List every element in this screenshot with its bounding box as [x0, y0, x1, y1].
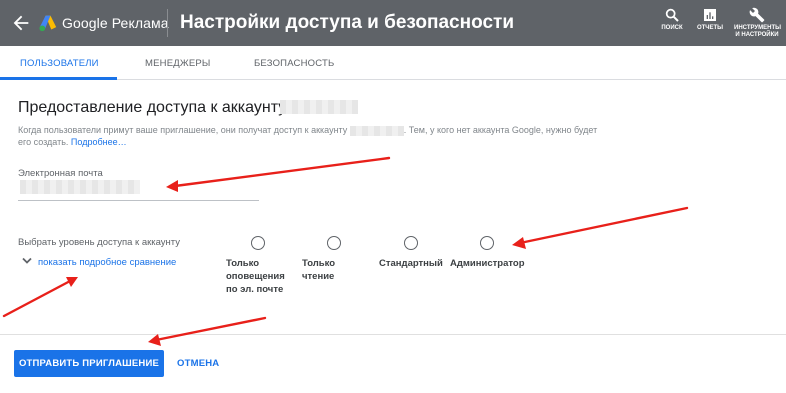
chevron-down-icon	[22, 257, 32, 264]
reports-button[interactable]: ОТЧЕТЫ	[694, 7, 726, 32]
redacted-account-id	[280, 100, 358, 114]
send-invitation-button[interactable]: ОТПРАВИТЬ ПРИГЛАШЕНИЕ	[14, 350, 164, 377]
radio-email-only[interactable]	[251, 236, 265, 250]
tools-settings-button[interactable]: ИНСТРУМЕНТЫ И НАСТРОЙКИ	[734, 7, 782, 39]
description-text-start: Когда пользователи примут ваше приглашен…	[18, 125, 348, 135]
header-divider	[167, 9, 168, 37]
reports-icon	[704, 9, 716, 21]
radio-read-only[interactable]	[327, 236, 341, 250]
search-button[interactable]: ПОИСК	[660, 7, 684, 32]
search-button-label: ПОИСК	[661, 25, 683, 31]
page-title: Настройки доступа и безопасности	[180, 12, 515, 33]
radio-admin[interactable]	[480, 236, 494, 250]
arrow-to-compare-link	[2, 278, 74, 318]
tab-managers[interactable]: МЕНЕДЖЕРЫ	[145, 58, 211, 69]
learn-more-link[interactable]: Подробнее…	[71, 137, 127, 147]
arrow-to-admin-option	[518, 206, 689, 245]
arrowhead-admin-option	[512, 237, 526, 249]
option-email-only: Только оповещения по эл. почте	[226, 258, 285, 295]
card-title: Предоставление доступа к аккаунту	[18, 99, 287, 116]
arrowhead-email-field	[166, 180, 178, 192]
arrowhead-send-button	[148, 334, 161, 346]
card-description: Когда пользователи примут ваше приглашен…	[18, 124, 608, 148]
redacted-account-inline	[349, 125, 404, 136]
tab-bar: ПОЛЬЗОВАТЕЛИ МЕНЕДЖЕРЫ БЕЗОПАСНОСТЬ	[0, 46, 786, 80]
brand-name: Google Реклама	[62, 15, 169, 31]
access-level-label: Выбрать уровень доступа к аккаунту	[18, 237, 181, 248]
email-field-label: Электронная почта	[18, 168, 103, 179]
back-arrow-icon[interactable]	[10, 12, 32, 34]
option-standard: Стандартный	[379, 258, 443, 269]
tab-users[interactable]: ПОЛЬЗОВАТЕЛИ	[20, 58, 99, 69]
cancel-button[interactable]: ОТМЕНА	[171, 350, 225, 377]
arrowhead-compare-link	[66, 277, 78, 287]
option-admin: Администратор	[450, 258, 525, 269]
arrow-to-email-field	[173, 156, 391, 188]
tab-security[interactable]: БЕЗОПАСНОСТЬ	[254, 58, 334, 69]
active-tab-indicator	[0, 77, 117, 80]
email-field-underline	[18, 200, 259, 201]
option-read-only: Только чтение	[302, 258, 336, 282]
radio-standard[interactable]	[404, 236, 418, 250]
footer-divider	[0, 334, 786, 335]
show-comparison-link[interactable]: показать подробное сравнение	[22, 257, 176, 268]
tools-settings-label: ИНСТРУМЕНТЫ И НАСТРОЙКИ	[734, 25, 782, 38]
arrow-to-send-button	[154, 316, 267, 342]
reports-button-label: ОТЧЕТЫ	[696, 25, 724, 31]
email-field[interactable]	[20, 180, 140, 194]
wrench-icon	[749, 7, 765, 23]
google-ads-logo-icon	[39, 15, 57, 32]
show-comparison-label: показать подробное сравнение	[38, 257, 177, 268]
app-header: Google Реклама Настройки доступа и безоп…	[0, 0, 786, 46]
search-icon	[665, 8, 679, 22]
